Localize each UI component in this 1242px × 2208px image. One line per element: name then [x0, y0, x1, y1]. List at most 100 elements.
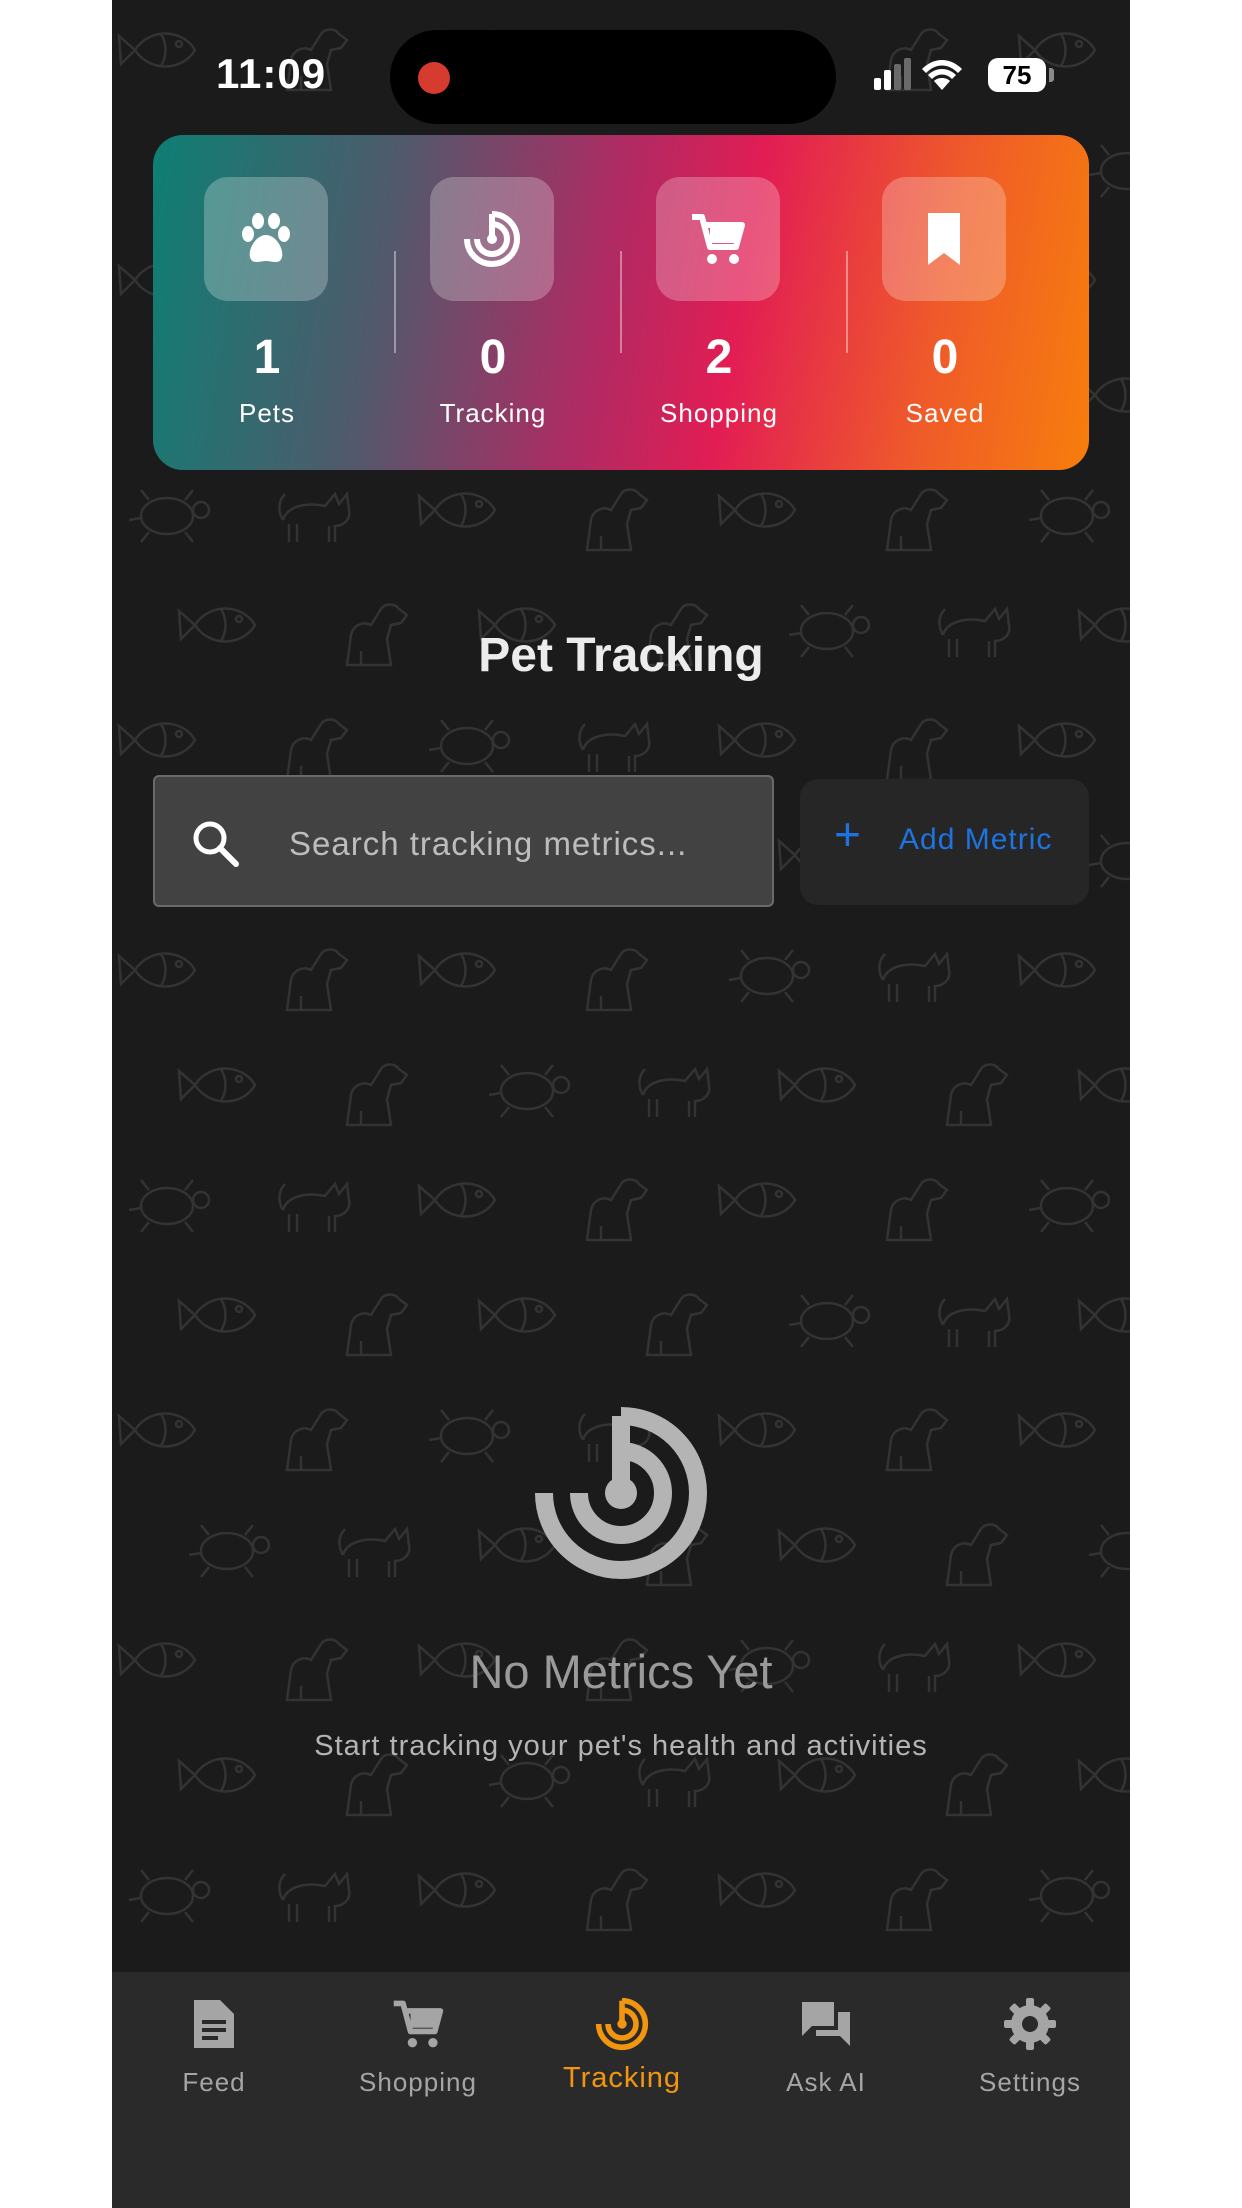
- nav-feed[interactable]: Feed: [112, 1972, 316, 2112]
- add-metric-label: Add Metric: [899, 823, 1053, 856]
- pattern-animal-icon: [1077, 1297, 1130, 1333]
- stat-shopping-value: 2: [705, 331, 733, 384]
- stat-tracking-label: Tracking: [439, 398, 547, 428]
- pattern-animal-icon: [787, 1293, 871, 1349]
- pattern-animal-icon: [1017, 1412, 1097, 1448]
- pattern-animal-icon: [878, 952, 951, 1004]
- pattern-animal-icon: [885, 1868, 949, 1932]
- pattern-animal-icon: [1087, 833, 1130, 889]
- pattern-animal-icon: [1027, 1178, 1111, 1234]
- pattern-animal-icon: [777, 1067, 857, 1103]
- pattern-animal-icon: [938, 1297, 1011, 1349]
- pattern-animal-icon: [945, 1063, 1009, 1127]
- stat-tracking-value: 0: [479, 331, 507, 384]
- stat-shopping-tile: [656, 177, 780, 301]
- pattern-animal-icon: [427, 718, 511, 774]
- pattern-animal-icon: [127, 1178, 211, 1234]
- cart-icon: [692, 214, 745, 264]
- pattern-animal-icon: [727, 948, 811, 1004]
- pattern-animal-icon: [285, 948, 349, 1012]
- stat-pets-tile: [204, 177, 328, 301]
- paw-icon: [242, 213, 290, 262]
- pattern-animal-icon: [285, 1408, 349, 1472]
- empty-state-tracking-icon: [535, 1407, 707, 1579]
- search-input[interactable]: Search tracking metrics...: [153, 775, 774, 907]
- nav-settings[interactable]: Settings: [928, 1972, 1130, 2112]
- pattern-animal-icon: [117, 952, 197, 988]
- tracking-icon: [464, 211, 520, 267]
- pattern-animal-icon: [777, 1757, 857, 1793]
- stat-saved-label: Saved: [905, 398, 985, 428]
- gear-icon: [1004, 1998, 1056, 2050]
- pattern-animal-icon: [345, 1753, 409, 1817]
- recording-indicator-icon: [418, 62, 450, 94]
- pattern-animal-icon: [645, 1293, 709, 1357]
- pattern-animal-icon: [177, 1297, 257, 1333]
- pattern-animal-icon: [717, 1182, 797, 1218]
- nav-shopping-label: Shopping: [359, 2067, 477, 2097]
- search-placeholder: Search tracking metrics...: [289, 825, 688, 862]
- pattern-animal-icon: [717, 1872, 797, 1908]
- stat-saved[interactable]: 0 Saved: [832, 135, 1058, 470]
- add-metric-button[interactable]: + Add Metric: [800, 779, 1089, 905]
- pattern-animal-icon: [1077, 1067, 1130, 1103]
- pattern-animal-icon: [717, 1412, 797, 1448]
- cart-icon: [393, 2000, 444, 2048]
- pattern-animal-icon: [585, 1868, 649, 1932]
- pattern-animal-icon: [477, 1297, 557, 1333]
- app-screen: 11:09 75 1 Pets 0 Tracking 2 Shopping 0 …: [112, 0, 1130, 2208]
- stat-saved-value: 0: [931, 331, 959, 384]
- dynamic-island: [390, 30, 836, 124]
- pattern-animal-icon: [585, 488, 649, 552]
- nav-tracking[interactable]: Tracking: [520, 1972, 724, 2112]
- pattern-animal-icon: [117, 1412, 197, 1448]
- pattern-animal-icon: [177, 1067, 257, 1103]
- pattern-animal-icon: [585, 948, 649, 1012]
- nav-shopping[interactable]: Shopping: [316, 1972, 520, 2112]
- pattern-animal-icon: [417, 952, 497, 988]
- stat-pets-value: 1: [253, 331, 281, 384]
- nav-feed-label: Feed: [182, 2067, 246, 2097]
- pattern-animal-icon: [1027, 1868, 1111, 1924]
- pattern-animal-icon: [1087, 143, 1130, 199]
- pattern-animal-icon: [777, 1527, 857, 1563]
- pattern-animal-icon: [117, 722, 197, 758]
- pattern-animal-icon: [417, 1182, 497, 1218]
- pattern-animal-icon: [717, 492, 797, 528]
- battery-indicator: 75: [988, 58, 1046, 92]
- pattern-animal-icon: [1017, 952, 1097, 988]
- page-title: Pet Tracking: [478, 629, 764, 682]
- stat-tracking-tile: [430, 177, 554, 301]
- stat-shopping-label: Shopping: [660, 398, 778, 428]
- pattern-animal-icon: [945, 1523, 1009, 1587]
- pattern-animal-icon: [285, 718, 349, 782]
- nav-ask-ai[interactable]: Ask AI: [724, 1972, 928, 2112]
- pattern-animal-icon: [1017, 722, 1097, 758]
- pattern-animal-icon: [338, 1527, 411, 1579]
- empty-state-title: No Metrics Yet: [469, 1645, 773, 1698]
- stat-pets[interactable]: 1 Pets: [154, 135, 380, 470]
- nav-tracking-label: Tracking: [562, 2062, 682, 2094]
- cellular-signal-icon: [874, 58, 911, 90]
- tracking-icon: [595, 1997, 649, 2051]
- wifi-icon: [922, 60, 962, 90]
- empty-state-subtitle: Start tracking your pet's health and act…: [314, 1730, 928, 1762]
- pattern-animal-icon: [278, 1182, 351, 1234]
- nav-settings-label: Settings: [979, 2067, 1081, 2097]
- pattern-animal-icon: [885, 1178, 949, 1242]
- pattern-animal-icon: [638, 1067, 711, 1119]
- pattern-animal-icon: [427, 1408, 511, 1464]
- pattern-animal-icon: [1027, 488, 1111, 544]
- stat-shopping[interactable]: 2 Shopping: [606, 135, 832, 470]
- pattern-animal-icon: [1077, 1757, 1130, 1793]
- bookmark-icon: [928, 213, 960, 265]
- chat-icon: [802, 2002, 850, 2046]
- pattern-animal-icon: [127, 1868, 211, 1924]
- stat-tracking[interactable]: 0 Tracking: [380, 135, 606, 470]
- pattern-animal-icon: [1087, 1523, 1130, 1579]
- pattern-animal-icon: [177, 1757, 257, 1793]
- pattern-animal-icon: [117, 32, 197, 68]
- status-time: 11:09: [216, 50, 327, 97]
- stat-saved-tile: [882, 177, 1006, 301]
- nav-ask-ai-label: Ask AI: [786, 2067, 866, 2097]
